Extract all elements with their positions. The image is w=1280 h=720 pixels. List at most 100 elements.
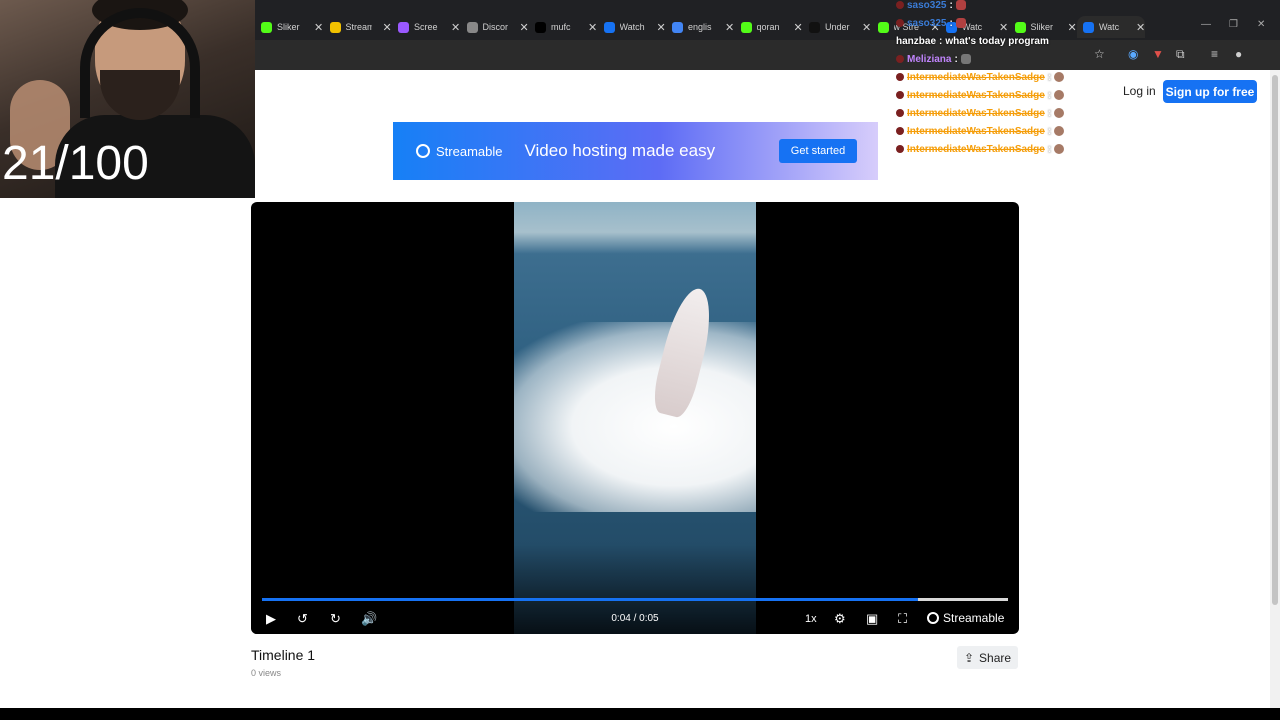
tab-close-icon[interactable]: ✕ (520, 21, 529, 34)
tab-title: qoran (756, 22, 780, 32)
tab-title: Under (825, 22, 850, 32)
browser-tab[interactable]: Under ✕ (803, 16, 871, 38)
browser-tab[interactable]: Discor ✕ (461, 16, 529, 38)
login-link[interactable]: Log in (1123, 84, 1156, 98)
tab-close-icon[interactable]: ✕ (862, 21, 871, 34)
chat-message: IntermediateWasTakenSadge : (896, 86, 1116, 104)
chat-username: IntermediateWasTakenSadge (907, 89, 1045, 101)
page-scrollbar[interactable] (1270, 70, 1280, 710)
chat-separator: : (1047, 71, 1052, 83)
streamer-webcam: 21/100 (0, 0, 255, 198)
tab-favicon-icon (329, 21, 341, 33)
chat-emote-icon (1054, 126, 1065, 136)
tab-close-icon[interactable]: ✕ (383, 21, 392, 34)
chat-separator: : (1047, 143, 1052, 155)
player-brand[interactable]: Streamable (927, 611, 1004, 625)
chat-username: IntermediateWasTakenSadge (907, 107, 1045, 119)
chat-username: hanzbae (896, 35, 937, 47)
extension-icon[interactable]: ◉ (1128, 47, 1138, 61)
tab-close-icon[interactable]: ✕ (657, 21, 666, 34)
chat-badge-icon (896, 145, 904, 153)
tab-favicon-icon (466, 21, 478, 33)
share-button[interactable]: ⇪ Share (957, 646, 1018, 669)
chat-username: saso325 (907, 17, 947, 29)
signup-button[interactable]: Sign up for free (1163, 80, 1257, 103)
chat-message: hanzbae : what's today program (896, 32, 1116, 50)
tab-close-icon[interactable]: ✕ (451, 21, 460, 34)
chat-username: IntermediateWasTakenSadge (907, 125, 1045, 137)
tab-title: Watch (619, 22, 645, 32)
player-brand-text: Streamable (943, 611, 1005, 625)
browser-tab[interactable]: Sliker ✕ (255, 16, 323, 38)
progress-counter: 21/100 (2, 137, 149, 190)
seek-bar[interactable] (262, 598, 1008, 601)
tab-close-icon[interactable]: ✕ (794, 21, 803, 34)
chat-message: IntermediateWasTakenSadge : (896, 140, 1116, 158)
chat-separator: : (939, 35, 943, 47)
view-count: 0 views (251, 668, 282, 678)
screen: + — ❐ ✕ Sliker✕Stream✕Scree✕Discor✕mufc✕… (0, 0, 1280, 720)
chat-emote-icon (955, 0, 966, 10)
chat-separator: : (949, 17, 953, 29)
browser-tab[interactable]: Scree ✕ (392, 16, 460, 38)
chat-badge-icon (896, 1, 904, 9)
browser-tab[interactable]: qoran ✕ (735, 16, 803, 38)
restore-button[interactable]: ❐ (1229, 19, 1238, 30)
browser-tab[interactable]: mufc ✕ (529, 16, 597, 38)
chat-message: IntermediateWasTakenSadge : (896, 122, 1116, 140)
tab-favicon-icon (809, 21, 820, 33)
chat-emote-icon (955, 18, 966, 28)
video-player[interactable]: ▶ ↺ ↻ 🔊 0:04 / 0:05 1x ⚙ ▣ ⛶ Streamable (251, 202, 1019, 634)
extension-icon[interactable]: ▼ (1152, 47, 1164, 61)
chat-badge-icon (896, 73, 904, 81)
browser-tab[interactable]: Stream ✕ (324, 16, 392, 38)
pip-icon[interactable]: ▣ (866, 611, 878, 627)
promo-banner[interactable]: Streamable Video hosting made easy Get s… (393, 122, 878, 180)
window-close-button[interactable]: ✕ (1257, 19, 1265, 30)
streamable-logo-icon (416, 144, 430, 158)
tab-title: Scree (414, 22, 438, 32)
taskbar (0, 708, 1280, 720)
tab-close-icon[interactable]: ✕ (588, 21, 597, 34)
tab-title: Stream (345, 22, 372, 32)
browser-tab[interactable]: Watch ✕ (598, 16, 666, 38)
banner-logo: Streamable (416, 144, 502, 159)
share-icon: ⇪ (963, 650, 975, 665)
settings-icon[interactable]: ⚙ (834, 611, 846, 627)
chat-separator: : (1047, 89, 1052, 101)
minimize-button[interactable]: — (1201, 19, 1211, 30)
browser-tab[interactable]: englis ✕ (666, 16, 734, 38)
tab-close-icon[interactable]: ✕ (1136, 21, 1145, 34)
chat-separator: : (949, 0, 953, 11)
tab-favicon-icon (535, 21, 546, 33)
chat-badge-icon (896, 91, 904, 99)
tab-favicon-icon (603, 21, 615, 33)
chat-emote-icon (1054, 144, 1065, 154)
fullscreen-icon[interactable]: ⛶ (898, 611, 907, 627)
chat-username: IntermediateWasTakenSadge (907, 71, 1045, 83)
chat-message: IntermediateWasTakenSadge : (896, 68, 1116, 86)
tab-title: mufc (551, 22, 571, 32)
scrollbar-thumb[interactable] (1272, 75, 1278, 605)
chat-badge-icon (896, 19, 904, 27)
chat-username: Meliziana (907, 53, 952, 65)
chat-message: saso325 : (896, 0, 1116, 14)
tab-title: Sliker (277, 22, 300, 32)
tab-close-icon[interactable]: ✕ (314, 21, 323, 34)
headset-icon (80, 8, 200, 118)
banner-logo-text: Streamable (436, 143, 503, 159)
get-started-button[interactable]: Get started (779, 139, 857, 163)
chat-badge-icon (896, 55, 904, 63)
profile-avatar-icon[interactable]: ● (1235, 47, 1242, 61)
puzzle-icon[interactable]: ⧉ (1176, 47, 1185, 62)
banner-tagline: Video hosting made easy (524, 141, 716, 160)
playback-speed-button[interactable]: 1x (805, 613, 817, 625)
chat-separator: : (954, 53, 958, 65)
video-title: Timeline 1 (251, 647, 316, 663)
chat-emote-icon (1054, 72, 1065, 82)
tab-title: englis (688, 22, 712, 32)
tab-close-icon[interactable]: ✕ (725, 21, 734, 34)
sidepanel-icon[interactable]: ≡ (1211, 47, 1218, 61)
chat-message: Meliziana : (896, 50, 1116, 68)
tab-title: Discor (482, 22, 509, 32)
